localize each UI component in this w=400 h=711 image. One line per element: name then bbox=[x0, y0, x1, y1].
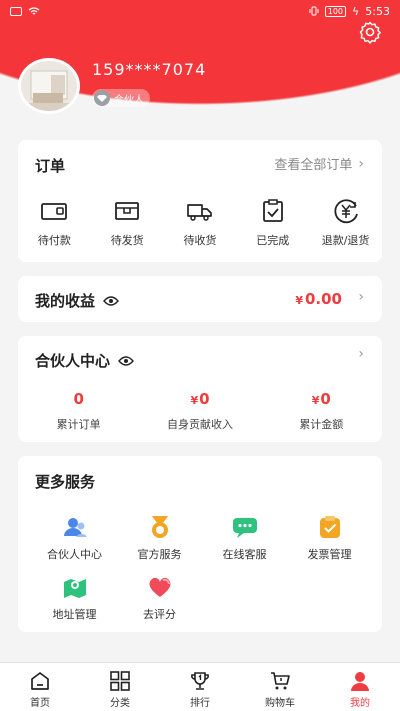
medal-icon bbox=[151, 516, 168, 538]
order-item-label: 待收货 bbox=[183, 234, 217, 247]
user-icon bbox=[351, 672, 369, 691]
tab-label: 分类 bbox=[110, 698, 130, 709]
order-item-label: 退款/退货 bbox=[321, 234, 370, 247]
more-services-card: 更多服务 合伙人中心 官方服务 在线客服 发票管理 地址管理 去评分 bbox=[18, 456, 382, 632]
chevron-right-icon: › bbox=[358, 289, 364, 305]
order-pending-receipt[interactable]: 待收货 bbox=[164, 198, 237, 248]
yen-refund-icon bbox=[334, 199, 358, 224]
stat-label: 累计金额 bbox=[299, 418, 344, 431]
income-title: 我的收益 bbox=[35, 292, 96, 310]
service-address[interactable]: 地址管理 bbox=[32, 574, 117, 634]
partner-center-title: 合伙人中心 bbox=[35, 352, 111, 370]
partner-center-card[interactable]: 合伙人中心 › 0 累计订单 ¥0 自身贡献收入 ¥0 累计金额 bbox=[18, 336, 382, 442]
service-label: 合伙人中心 bbox=[47, 548, 102, 561]
orders-title: 订单 bbox=[35, 157, 66, 175]
package-box-icon bbox=[115, 202, 140, 220]
stat-currency: ¥ bbox=[311, 394, 320, 407]
order-pending-payment[interactable]: 待付款 bbox=[18, 198, 91, 248]
service-label: 在线客服 bbox=[222, 548, 267, 561]
partner-people-icon bbox=[63, 518, 87, 537]
stat-currency: ¥ bbox=[190, 394, 199, 407]
service-label: 发票管理 bbox=[307, 548, 352, 561]
stat-value: 0 bbox=[320, 390, 331, 408]
tab-home[interactable]: 首页 bbox=[0, 663, 80, 711]
clock-time: 5:53 bbox=[365, 4, 390, 18]
stat-label: 自身贡献收入 bbox=[166, 418, 233, 431]
tab-label: 首页 bbox=[30, 698, 50, 709]
eye-icon[interactable] bbox=[103, 295, 119, 307]
clipboard-check-icon bbox=[262, 199, 283, 222]
vibrate-icon bbox=[309, 6, 319, 16]
settings-gear-icon[interactable] bbox=[358, 20, 382, 44]
service-label: 去评分 bbox=[143, 608, 176, 621]
income-amount: ¥0.00 bbox=[295, 290, 342, 308]
tab-label: 排行 bbox=[190, 698, 210, 709]
trophy-icon bbox=[191, 672, 209, 690]
tab-label: 购物车 bbox=[265, 698, 295, 709]
tab-category[interactable]: 分类 bbox=[80, 663, 160, 711]
income-card[interactable]: 我的收益 ¥0.00 › bbox=[18, 276, 382, 322]
stat-label: 累计订单 bbox=[56, 418, 101, 431]
chevron-right-icon: › bbox=[358, 155, 364, 172]
service-official[interactable]: 官方服务 bbox=[117, 514, 202, 574]
battery-indicator: 100 bbox=[324, 5, 347, 17]
eye-icon[interactable] bbox=[118, 355, 134, 367]
avatar[interactable] bbox=[18, 58, 80, 114]
order-item-label: 待发货 bbox=[110, 234, 144, 247]
stat-value: 0 bbox=[199, 390, 210, 408]
tab-ranking[interactable]: 排行 bbox=[160, 663, 240, 711]
bottom-tab-bar: 首页 分类 排行 购物车 我的 bbox=[0, 662, 400, 711]
partner-role-badge: 合伙人 bbox=[92, 89, 150, 107]
map-pin-icon bbox=[63, 579, 86, 598]
role-badge-label: 合伙人 bbox=[114, 94, 144, 106]
service-rate[interactable]: 去评分 bbox=[117, 574, 202, 634]
order-item-label: 已完成 bbox=[256, 234, 290, 247]
status-bar: 100 ϟ 5:53 bbox=[0, 0, 400, 22]
sim-icon bbox=[10, 6, 22, 16]
tab-label: 我的 bbox=[350, 698, 370, 709]
wifi-icon bbox=[28, 6, 40, 14]
stat-total-amount: ¥0 累计金额 bbox=[261, 390, 382, 432]
chevron-right-icon: › bbox=[358, 346, 364, 362]
order-item-label: 待付款 bbox=[37, 234, 71, 247]
income-currency: ¥ bbox=[295, 294, 303, 307]
heart-rating-icon bbox=[149, 577, 170, 597]
tab-cart[interactable]: 购物车 bbox=[240, 663, 320, 711]
view-all-orders-link[interactable]: 查看全部订单 › bbox=[274, 154, 364, 174]
user-phone: 159****7074 bbox=[92, 60, 207, 79]
grid-icon bbox=[110, 671, 130, 691]
order-completed[interactable]: 已完成 bbox=[236, 198, 309, 248]
home-icon bbox=[31, 672, 49, 690]
service-label: 官方服务 bbox=[137, 548, 182, 561]
service-partner-center[interactable]: 合伙人中心 bbox=[32, 514, 117, 574]
cart-icon bbox=[271, 672, 290, 690]
invoice-icon bbox=[319, 516, 340, 538]
more-services-title: 更多服务 bbox=[35, 473, 96, 491]
chat-bubble-icon bbox=[232, 518, 257, 538]
stat-value: 0 bbox=[73, 390, 84, 408]
order-pending-shipment[interactable]: 待发货 bbox=[91, 198, 164, 248]
tab-mine[interactable]: 我的 bbox=[320, 663, 400, 711]
stat-self-contribution: ¥0 自身贡献收入 bbox=[139, 390, 260, 432]
delivery-truck-icon bbox=[187, 204, 212, 221]
service-online-support[interactable]: 在线客服 bbox=[202, 514, 287, 574]
income-value: 0.00 bbox=[304, 290, 342, 308]
charging-icon: ϟ bbox=[352, 4, 360, 18]
view-all-orders-label: 查看全部订单 bbox=[274, 158, 353, 173]
diamond-icon bbox=[94, 90, 110, 106]
orders-card: 订单 查看全部订单 › 待付款 待发货 待收货 已完成 退款/退货 bbox=[18, 140, 382, 262]
service-invoice[interactable]: 发票管理 bbox=[287, 514, 372, 574]
service-label: 地址管理 bbox=[52, 608, 97, 621]
wallet-icon bbox=[41, 203, 68, 220]
stat-total-orders: 0 累计订单 bbox=[18, 390, 139, 432]
order-refund[interactable]: 退款/退货 bbox=[309, 198, 382, 248]
